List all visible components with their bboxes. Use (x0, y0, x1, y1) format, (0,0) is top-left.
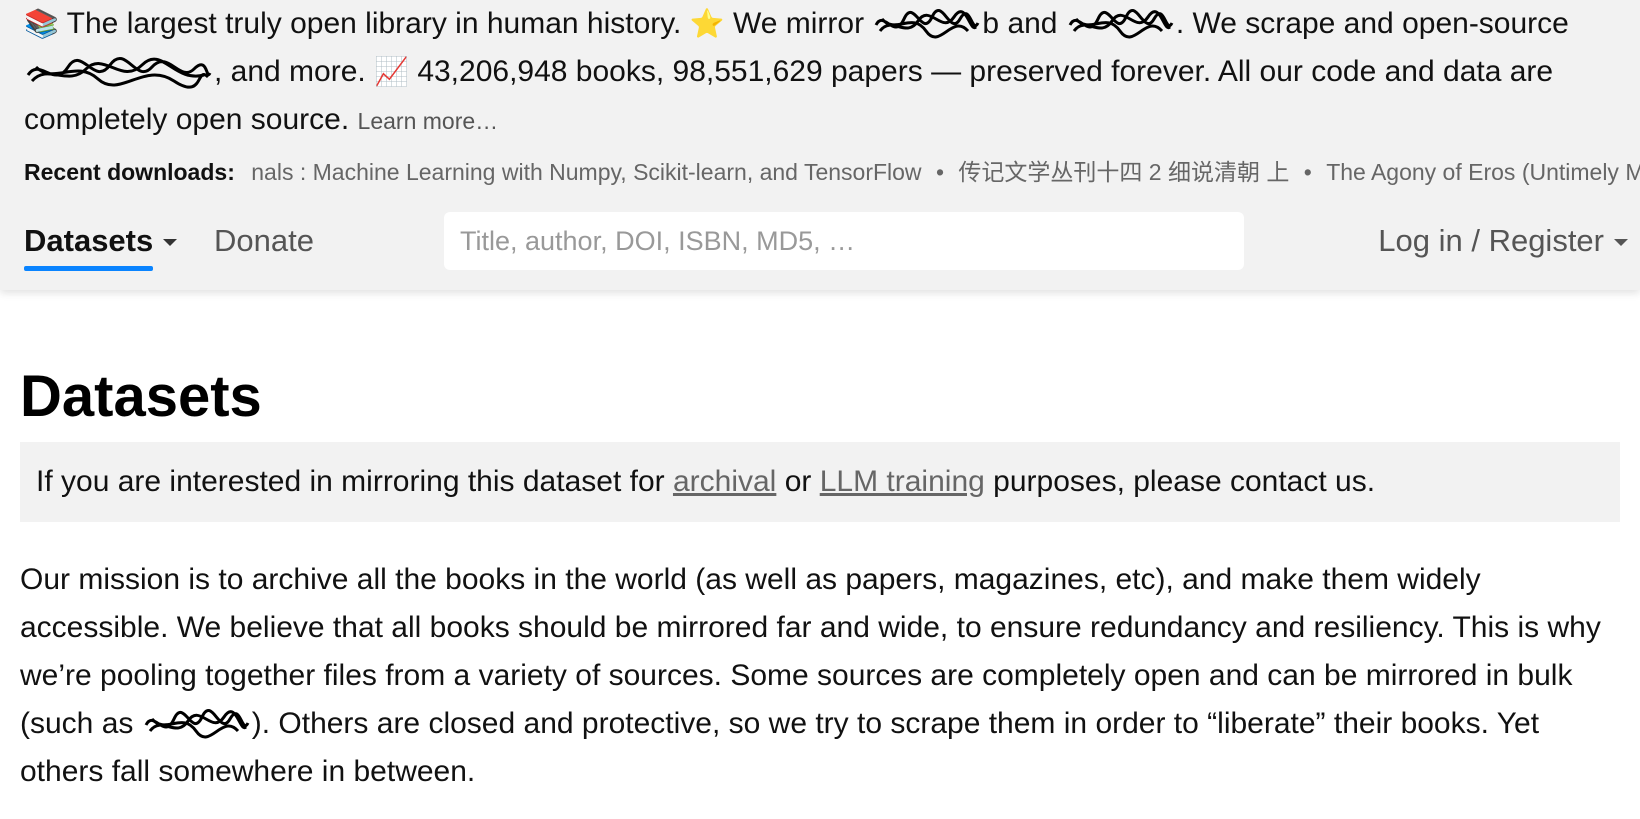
nav-datasets-menu[interactable]: Datasets (24, 220, 178, 271)
banner-text-scrape: . We scrape and open-source (1175, 7, 1569, 40)
chevron-down-icon (163, 239, 178, 247)
star-icon: ⭐ (689, 8, 725, 39)
chevron-down-icon (1614, 239, 1628, 247)
redacted-scribble (142, 705, 252, 745)
redacted-scribble (872, 5, 982, 45)
banner-text-intro: The largest truly open library in human … (66, 7, 682, 40)
nav-datasets-label: Datasets (24, 223, 154, 258)
site-header: 📚 The largest truly open library in huma… (0, 0, 1640, 290)
recent-downloads: Recent downloads: nals : Machine Learnin… (24, 155, 1640, 189)
separator-dot: • (1303, 159, 1312, 185)
search-input[interactable] (444, 212, 1244, 270)
books-icon: 📚 (24, 8, 59, 39)
learn-more-link[interactable]: Learn more… (358, 108, 499, 134)
nav-donate-link[interactable]: Donate (214, 220, 314, 262)
page-title: Datasets (20, 364, 262, 429)
mission-paragraph: Our mission is to archive all the books … (20, 556, 1620, 796)
redacted-scribble (24, 53, 214, 93)
banner-text-more: , and more. (214, 55, 366, 88)
redacted-scribble (1066, 5, 1176, 45)
chart-increasing-icon: 📈 (374, 56, 409, 87)
recent-download-item[interactable]: 传记文学丛刊十四 2 细说清朝 上 (958, 159, 1289, 185)
llm-training-link[interactable]: LLM training (820, 465, 985, 498)
notice-text: purposes, please contact us. (993, 465, 1376, 498)
notice-text: or (784, 465, 812, 498)
banner-text-mirror: We mirror (732, 7, 865, 40)
recent-downloads-list: nals : Machine Learning with Numpy, Scik… (251, 159, 1640, 185)
mirroring-notice: If you are interested in mirroring this … (20, 442, 1620, 522)
active-tab-indicator (24, 266, 154, 271)
banner-text-and: b and (982, 7, 1058, 40)
separator-dot: • (935, 159, 944, 185)
notice-text: If you are interested in mirroring this … (36, 465, 665, 498)
announcement-banner: 📚 The largest truly open library in huma… (24, 0, 1624, 145)
login-register-menu[interactable]: Log in / Register (1378, 220, 1628, 262)
recent-download-item[interactable]: The Agony of Eros (Untimely Meditations) (1326, 159, 1640, 185)
recent-download-item[interactable]: nals : Machine Learning with Numpy, Scik… (251, 159, 921, 185)
login-register-label: Log in / Register (1378, 223, 1604, 258)
recent-downloads-label: Recent downloads: (24, 159, 235, 185)
archival-link[interactable]: archival (673, 465, 776, 498)
